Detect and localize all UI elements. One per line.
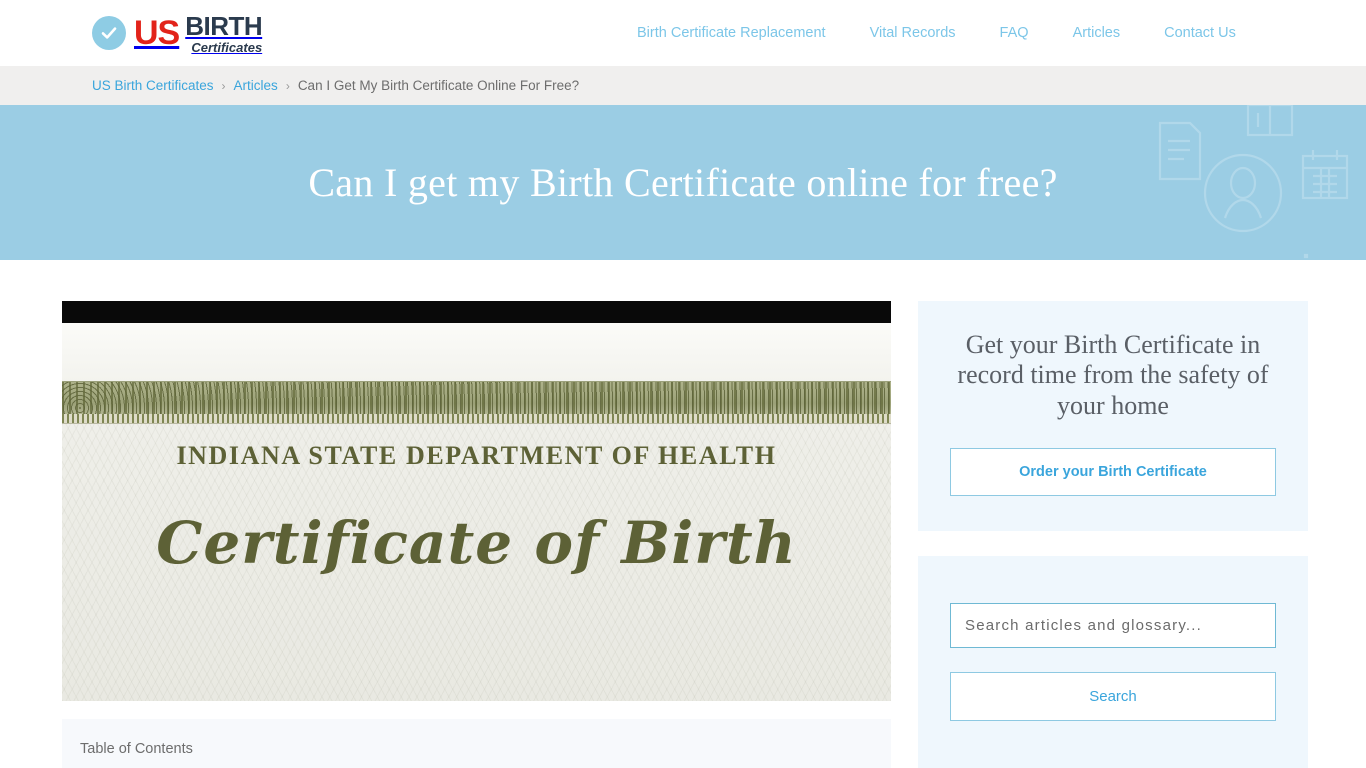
nav-item-vital-records[interactable]: Vital Records: [848, 25, 978, 41]
nav-item-articles[interactable]: Articles: [1051, 25, 1143, 41]
search-button[interactable]: Search: [950, 672, 1276, 722]
breadcrumb-item-home[interactable]: US Birth Certificates: [92, 78, 214, 93]
certificate-top-margin: [62, 323, 891, 381]
page-content: INDIANA STATE DEPARTMENT OF HEALTH Certi…: [0, 260, 1366, 768]
book-icon: [1246, 105, 1294, 137]
certificate-agency-text: INDIANA STATE DEPARTMENT OF HEALTH: [176, 441, 777, 470]
nav-item-birth-certificate-replacement[interactable]: Birth Certificate Replacement: [615, 25, 848, 41]
certificate-title-text: Certificate of Birth: [156, 509, 797, 577]
sidebar: Get your Birth Certificate in record tim…: [918, 301, 1308, 768]
photo-top-band: [62, 301, 891, 323]
order-cta-card: Get your Birth Certificate in record tim…: [918, 301, 1308, 532]
document-icon: [1158, 121, 1202, 181]
order-birth-certificate-button[interactable]: Order your Birth Certificate: [950, 448, 1276, 497]
order-cta-heading: Get your Birth Certificate in record tim…: [957, 330, 1269, 420]
breadcrumb-item-articles[interactable]: Articles: [234, 78, 278, 93]
breadcrumb-separator-icon: ›: [221, 78, 226, 93]
hero-banner: Can I get my Birth Certificate online fo…: [0, 105, 1366, 260]
birth-certificate-photo: INDIANA STATE DEPARTMENT OF HEALTH Certi…: [62, 301, 891, 701]
calendar-icon: [1301, 150, 1349, 200]
breadcrumb-item-current: Can I Get My Birth Certificate Online Fo…: [297, 78, 580, 93]
circle-check-icon: [92, 16, 126, 50]
page-title: Can I get my Birth Certificate online fo…: [308, 160, 1058, 205]
logo-text-us: US: [134, 14, 180, 52]
breadcrumb: US Birth Certificates › Articles › Can I…: [0, 66, 1366, 105]
table-of-contents-title: Table of Contents: [80, 741, 193, 757]
breadcrumb-separator-icon: ›: [285, 78, 290, 93]
logo-text-birth: BIRTH: [185, 10, 263, 41]
certificate-border-strip: [62, 414, 891, 424]
site-header: US BIRTH Certificates Birth Certificate …: [0, 0, 1366, 66]
search-card: Search: [918, 556, 1308, 768]
logo-text-certificates: Certificates: [191, 39, 263, 55]
main-navigation: Birth Certificate Replacement Vital Reco…: [615, 0, 1236, 66]
search-input[interactable]: [950, 603, 1276, 649]
calendar-icon: [1303, 253, 1309, 259]
nav-item-contact-us[interactable]: Contact Us: [1142, 25, 1236, 41]
article-column: INDIANA STATE DEPARTMENT OF HEALTH Certi…: [62, 301, 891, 768]
nav-item-faq[interactable]: FAQ: [978, 25, 1051, 41]
person-circle-icon: [1203, 153, 1283, 233]
site-logo[interactable]: US BIRTH Certificates: [92, 10, 263, 55]
table-of-contents-panel: Table of Contents: [62, 719, 891, 768]
